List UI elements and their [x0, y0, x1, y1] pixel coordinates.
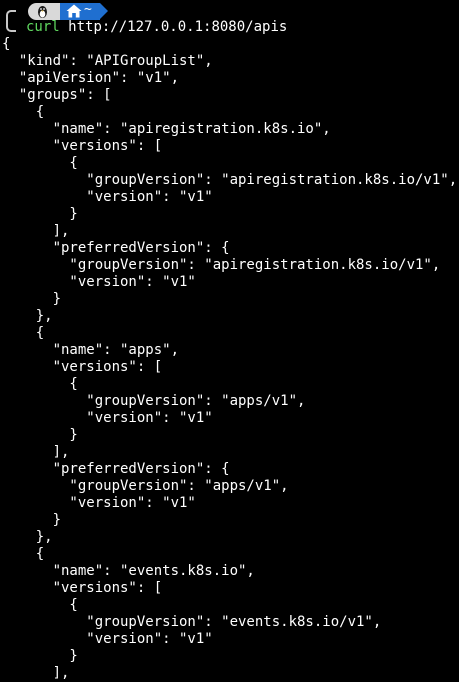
output-line: "versions": [	[2, 359, 163, 375]
command-name: curl	[26, 19, 60, 35]
output-line: }	[2, 648, 78, 664]
output-line: "name": "apiregistration.k8s.io",	[2, 121, 331, 137]
prompt-arrow	[100, 3, 108, 19]
output-line: "version": "v1"	[2, 631, 213, 647]
output-line: },	[2, 308, 53, 324]
prompt-bracket	[6, 10, 16, 32]
output-line: }	[2, 427, 78, 443]
output-line: "version": "v1"	[2, 274, 196, 290]
output-line: {	[2, 597, 78, 613]
output-line: }	[2, 291, 62, 307]
output-line: "version": "v1"	[2, 495, 196, 511]
prompt-dir-label: ~	[84, 2, 92, 17]
prompt-dir-segment: ~	[60, 2, 100, 20]
output-line: "preferredVersion": {	[2, 240, 230, 256]
output-line: "groupVersion": "apps/v1",	[2, 393, 306, 409]
shell-prompt: ~ curl http://127.0.0.1:8080/apis	[0, 0, 459, 36]
output-line: ],	[2, 223, 70, 239]
output-line: "groups": [	[2, 87, 112, 103]
output-line: "groupVersion": "apiregistration.k8s.io/…	[2, 257, 441, 273]
output-line: "groupVersion": "apiregistration.k8s.io/…	[2, 172, 458, 188]
output-line: "preferredVersion": {	[2, 461, 230, 477]
output-line: "version": "v1"	[2, 189, 213, 205]
output-line: "kind": "APIGroupList",	[2, 53, 213, 69]
command-argument: http://127.0.0.1:8080/apis	[68, 19, 288, 35]
output-line: },	[2, 529, 53, 545]
output-line: {	[2, 155, 78, 171]
output-line: "apiVersion": "v1",	[2, 70, 180, 86]
terminal-output: { "kind": "APIGroupList", "apiVersion": …	[2, 36, 457, 682]
output-line: {	[2, 546, 45, 562]
output-line: {	[2, 104, 45, 120]
output-line: "name": "events.k8s.io",	[2, 563, 255, 579]
output-line: ],	[2, 444, 70, 460]
output-line: {	[2, 325, 45, 341]
output-line: "version": "v1"	[2, 410, 213, 426]
output-line: "groupVersion": "events.k8s.io/v1",	[2, 614, 382, 630]
output-line: }	[2, 206, 78, 222]
output-line: "versions": [	[2, 138, 163, 154]
output-line: "groupVersion": "apps/v1",	[2, 478, 289, 494]
prompt-os-segment	[28, 3, 60, 20]
output-line: "name": "apps",	[2, 342, 180, 358]
output-line: ],	[2, 665, 70, 681]
command-line[interactable]: curl http://127.0.0.1:8080/apis	[26, 19, 287, 36]
output-line: {	[2, 36, 11, 52]
output-line: {	[2, 376, 78, 392]
output-line: "versions": [	[2, 580, 163, 596]
output-line: }	[2, 512, 62, 528]
